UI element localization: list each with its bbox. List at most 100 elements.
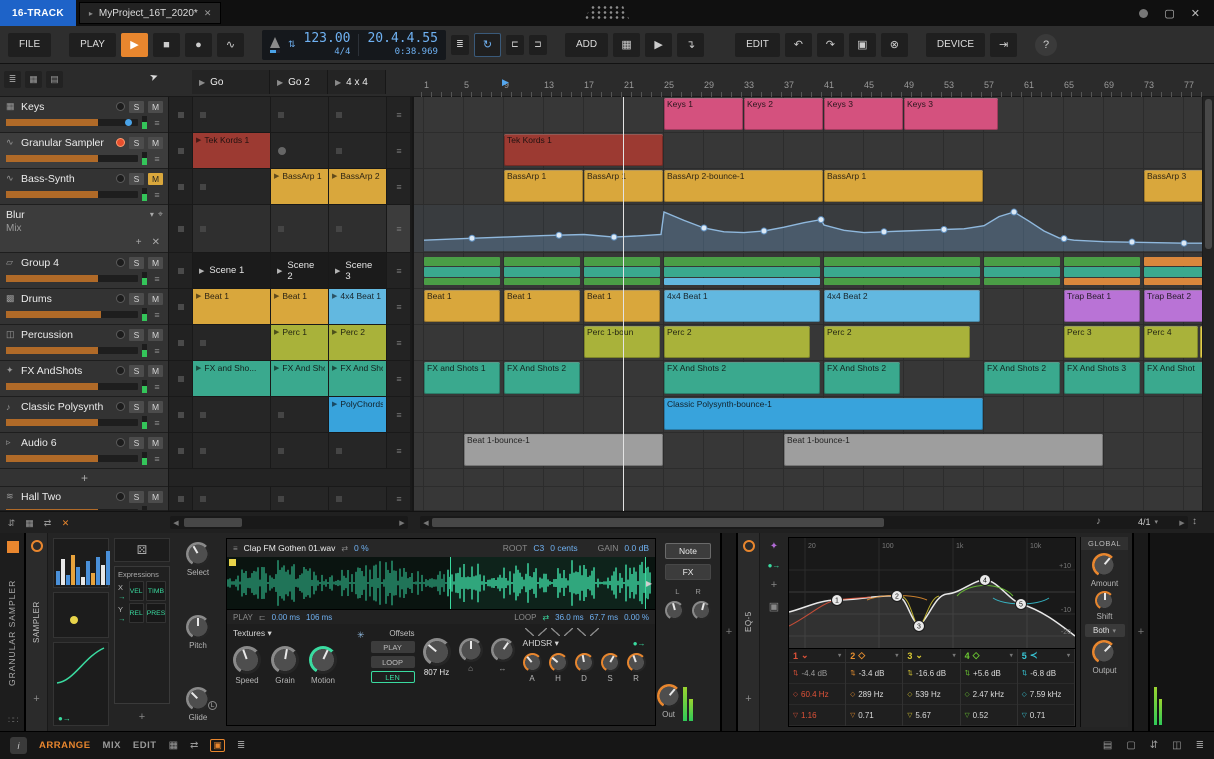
clip-stop-button[interactable]: [169, 253, 193, 288]
group-clip-segment[interactable]: [424, 267, 500, 277]
clip-stop-button[interactable]: [169, 361, 193, 396]
mute-button[interactable]: M: [148, 400, 163, 413]
launcher-clip[interactable]: ▶ Perc 2: [329, 325, 387, 360]
flip-panes-icon[interactable]: ⇵: [4, 516, 19, 530]
group-clip-segment[interactable]: [1144, 267, 1202, 277]
project-tab[interactable]: ▸ MyProject_16T_2020* ✕: [78, 2, 222, 24]
pointer-tool-icon[interactable]: ➤: [148, 71, 160, 84]
help-button[interactable]: ?: [1035, 33, 1058, 56]
launcher-row-menu-icon[interactable]: ≡: [387, 169, 410, 204]
clip-stop-button[interactable]: [169, 397, 193, 432]
device-button[interactable]: DEVICE: [925, 32, 986, 57]
volume-slider[interactable]: [6, 155, 138, 162]
launcher-row-menu-icon[interactable]: ≡: [387, 97, 410, 132]
x-output[interactable]: X →: [118, 583, 126, 601]
track-fx-andshots[interactable]: ✦ FX AndShots S M ≡: [0, 361, 168, 397]
volume-slider[interactable]: [6, 455, 138, 462]
jitter-knob[interactable]: [490, 638, 515, 662]
vertical-scrollbar-thumb[interactable]: [1205, 99, 1212, 249]
clip-stop-button[interactable]: [169, 133, 193, 168]
track-keys[interactable]: ▦ Keys S M ≡: [0, 97, 168, 133]
launcher-slot[interactable]: [271, 487, 329, 510]
chevron-down-icon[interactable]: ▾: [150, 210, 154, 219]
add-modulator-slot[interactable]: +: [114, 708, 170, 726]
arranger-clip[interactable]: FX and Shots 1: [424, 362, 500, 394]
pitch-knob[interactable]: [186, 614, 210, 639]
group-clip-segment[interactable]: [984, 256, 1060, 266]
solo-button[interactable]: S: [129, 400, 144, 413]
group-clip-segment[interactable]: [824, 267, 980, 277]
big-meters-icon[interactable]: ≣: [1196, 740, 1204, 751]
record-button[interactable]: ●: [184, 32, 212, 57]
mute-button[interactable]: M: [148, 292, 163, 305]
expand-panel-icon[interactable]: ↕: [1192, 516, 1197, 527]
scene-header-go[interactable]: ▶ Go: [192, 70, 270, 94]
record-arm-button[interactable]: [116, 438, 125, 447]
tempo-value[interactable]: 123.00: [304, 31, 351, 47]
insert-device-slot[interactable]: +: [1134, 533, 1150, 731]
arranger-clip[interactable]: Trap Beat 2: [1144, 290, 1202, 322]
launcher-row-menu-icon[interactable]: ≡: [387, 487, 410, 510]
launcher-clip[interactable]: ▶ Beat 1: [193, 289, 271, 324]
automation-node[interactable]: [555, 231, 563, 239]
dice-modulator[interactable]: ⚄: [114, 538, 170, 562]
solo-button[interactable]: S: [129, 292, 144, 305]
launcher-slot[interactable]: [193, 325, 271, 360]
solo-button[interactable]: S: [129, 172, 144, 185]
automation-node[interactable]: [1010, 208, 1018, 216]
mod-step-bar[interactable]: [56, 571, 60, 585]
automation-node[interactable]: [468, 234, 476, 242]
launcher-slot[interactable]: [193, 397, 271, 432]
launcher-clip[interactable]: ▶ 4x4 Beat 1: [329, 289, 387, 324]
track-menu-icon[interactable]: ≡: [151, 382, 163, 392]
clip-stop-button[interactable]: [169, 325, 193, 360]
automation-node[interactable]: [1060, 235, 1068, 243]
stop-button[interactable]: ■: [152, 32, 180, 57]
launcher-grid-icon[interactable]: ▦: [22, 516, 37, 530]
inspector-panel-icon[interactable]: ▤: [1103, 740, 1112, 751]
pan-left-knob[interactable]: [665, 601, 684, 620]
arranger-clip[interactable]: FX And Shots 2: [504, 362, 580, 394]
launcher-clip[interactable]: ▶ FX And Sho: [329, 361, 387, 396]
group-clip-segment[interactable]: [824, 256, 980, 266]
waveform-display[interactable]: ▶: [227, 557, 655, 609]
solo-button[interactable]: S: [129, 490, 144, 503]
automation-write-button[interactable]: ∿: [216, 32, 244, 57]
mute-button[interactable]: M: [148, 328, 163, 341]
eq-band-freq-value[interactable]: ◇ 60.4 Hz: [789, 684, 846, 705]
launcher-row-menu-icon[interactable]: ≡: [387, 433, 410, 468]
track-menu-icon[interactable]: ≡: [151, 418, 163, 428]
volume-slider[interactable]: [6, 275, 138, 282]
eq-band-freq-value[interactable]: ◇ 2.47 kHz: [960, 684, 1017, 705]
record-arm-button[interactable]: [116, 330, 125, 339]
track-bass-synth[interactable]: ∿ Bass-Synth S M ≡: [0, 169, 168, 205]
duplicate-button[interactable]: ▣: [848, 32, 876, 57]
record-arm-button[interactable]: [116, 294, 125, 303]
automation-node[interactable]: [760, 227, 768, 235]
track-hall-two[interactable]: ≋Hall TwoSM≡: [0, 487, 168, 511]
volume-slider[interactable]: [6, 347, 138, 354]
grain-knob[interactable]: [271, 646, 299, 674]
arranger-clip[interactable]: Keys 2: [744, 98, 823, 130]
insert-device-button[interactable]: ⇥: [990, 32, 1018, 57]
insert-device-slot[interactable]: +: [722, 533, 738, 731]
play-start-value[interactable]: 0.00 ms: [272, 613, 300, 622]
expression-rel-button[interactable]: REL: [128, 603, 144, 623]
offset-play-button[interactable]: PLAY: [370, 641, 415, 653]
clip-stop-button[interactable]: [169, 205, 193, 252]
filter-type-icon[interactable]: ◇: [973, 650, 980, 661]
mod-step-bar[interactable]: [106, 551, 110, 585]
arranger-clip[interactable]: BassArp 3: [1144, 170, 1202, 202]
track-x[interactable]: +: [0, 469, 168, 487]
redo-button[interactable]: ↷: [816, 32, 844, 57]
timesig-value[interactable]: 4/4: [334, 47, 350, 57]
arranger-hscrollbar[interactable]: ◀ ▶: [420, 516, 1188, 529]
launcher-slot[interactable]: [329, 205, 387, 252]
scene-play-mode-button[interactable]: ▶: [645, 32, 673, 57]
tab-arrange[interactable]: ARRANGE: [39, 740, 91, 751]
pin-icon[interactable]: ⌖: [158, 209, 163, 220]
filter-type-icon[interactable]: ≺: [1030, 650, 1038, 661]
track-menu-icon[interactable]: ≡: [151, 346, 163, 356]
grid-resolution-control[interactable]: 4/1 ▾: [1138, 517, 1158, 527]
mute-button[interactable]: M: [148, 436, 163, 449]
